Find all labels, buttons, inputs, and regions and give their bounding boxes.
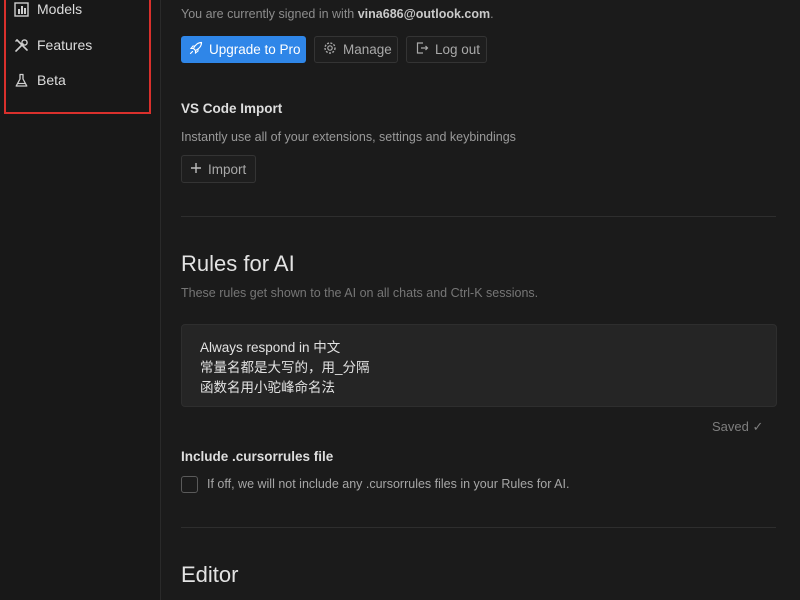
sidebar-item-models[interactable]: Models (14, 0, 82, 20)
rules-for-ai-heading: Rules for AI (181, 251, 295, 276)
sidebar-item-label: Features (37, 37, 93, 53)
sidebar-item-label: Models (37, 1, 83, 17)
settings-window: Models Features Beta You are currently s… (0, 0, 800, 600)
log-out-icon (415, 41, 429, 58)
tools-icon (14, 38, 29, 53)
sidebar: Models Features Beta (0, 0, 161, 600)
rules-for-ai-textarea[interactable]: Always respond in 中文 常量名都是大写的，用_分隔 函数名用小… (181, 324, 777, 407)
bar-chart-icon (14, 1, 29, 17)
manage-button[interactable]: Manage (314, 36, 398, 63)
rules-line: 常量名都是大写的，用_分隔 (200, 360, 370, 375)
rules-for-ai-description: These rules get shown to the AI on all c… (181, 286, 539, 300)
editor-heading: Editor (181, 562, 239, 587)
sidebar-item-beta[interactable]: Beta (14, 69, 66, 91)
flask-icon (14, 73, 29, 88)
account-email: vina686@outlook.com (357, 7, 491, 21)
manage-label: Manage (343, 42, 392, 57)
log-out-label: Log out (435, 42, 481, 57)
rules-line: 函数名用小驼峰命名法 (200, 380, 335, 395)
rocket-icon (189, 41, 203, 58)
upgrade-label: Upgrade to Pro (209, 42, 301, 57)
vscode-import-description: Instantly use all of your extensions, se… (181, 130, 516, 144)
signed-in-period: . (490, 7, 494, 21)
settings-panel: You are currently signed in with vina686… (161, 0, 800, 600)
include-cursorrules-checkbox[interactable] (181, 476, 198, 493)
rules-line: Always respond in 中文 (200, 340, 341, 355)
log-out-button[interactable]: Log out (406, 36, 487, 63)
section-divider (181, 527, 776, 528)
vscode-import-title: VS Code Import (181, 101, 283, 116)
saved-status: Saved ✓ (712, 419, 764, 434)
cursorrules-checkbox-label: If off, we will not include any .cursorr… (207, 477, 570, 491)
cursorrules-title: Include .cursorrules file (181, 449, 334, 464)
section-divider (181, 216, 776, 217)
upgrade-to-pro-button[interactable]: Upgrade to Pro (181, 36, 306, 63)
signed-in-text: You are currently signed in with vina686… (181, 7, 494, 21)
import-label: Import (208, 161, 247, 177)
plus-icon (190, 162, 202, 177)
signed-in-prefix: You are currently signed in with (181, 7, 355, 21)
sidebar-item-features[interactable]: Features (14, 34, 92, 56)
gear-icon (323, 41, 337, 58)
import-button[interactable]: Import (181, 155, 256, 183)
sidebar-item-label: Beta (37, 72, 66, 88)
